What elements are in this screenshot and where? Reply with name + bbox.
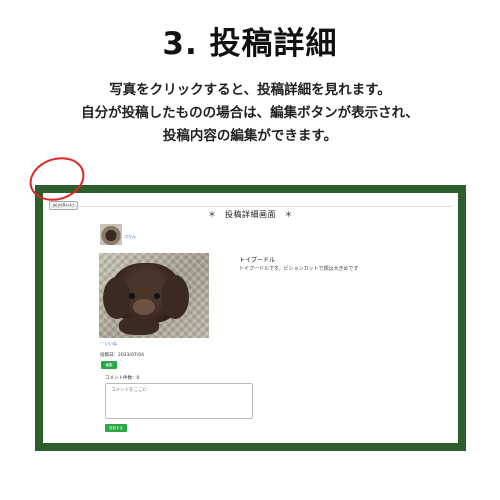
dog-photo-eye-left (129, 293, 135, 299)
user-name-link[interactable]: ぷりん (124, 234, 136, 240)
dog-photo-ear-right (161, 275, 189, 319)
post-date: 投稿日：2023/07/04 (100, 353, 144, 358)
app-screen: 戻る(Back) ＊ 投稿詳細画面 ＊ ぷりん トイプードル トイプードルです。… (43, 193, 458, 443)
comment-count-label: コメント件数：0 (105, 376, 140, 381)
detail-page-title: ＊ 投稿詳細画面 ＊ (208, 210, 293, 219)
comment-input[interactable] (105, 383, 253, 419)
post-body: トイプードルです。ビションカットで顔は大きめです (239, 266, 359, 272)
header-divider (49, 206, 452, 207)
dog-photo-snout (133, 299, 155, 315)
dog-photo-ear-left (103, 277, 131, 319)
like-link[interactable]: ♡ いいね (100, 341, 117, 347)
description-line-3: 投稿内容の編集ができます。 (162, 128, 338, 144)
description-line-1: 写真をクリックすると、投稿詳細を見れます。 (109, 82, 391, 98)
description-line-2: 自分が投稿したものの場合は、編集ボタンが表示され、 (81, 105, 419, 121)
dog-photo-eye-right (154, 293, 160, 299)
page-heading: 3. 投稿詳細 (162, 26, 338, 62)
edit-button[interactable]: 編集 (101, 361, 117, 369)
post-photo[interactable] (99, 253, 209, 338)
avatar[interactable] (100, 224, 122, 245)
post-title: トイプードル (239, 257, 276, 264)
submit-comment-button[interactable]: 送信する (105, 424, 127, 432)
dog-photo-paw (119, 317, 159, 335)
screenshot-frame: 戻る(Back) ＊ 投稿詳細画面 ＊ ぷりん トイプードル トイプードルです。… (35, 185, 466, 451)
